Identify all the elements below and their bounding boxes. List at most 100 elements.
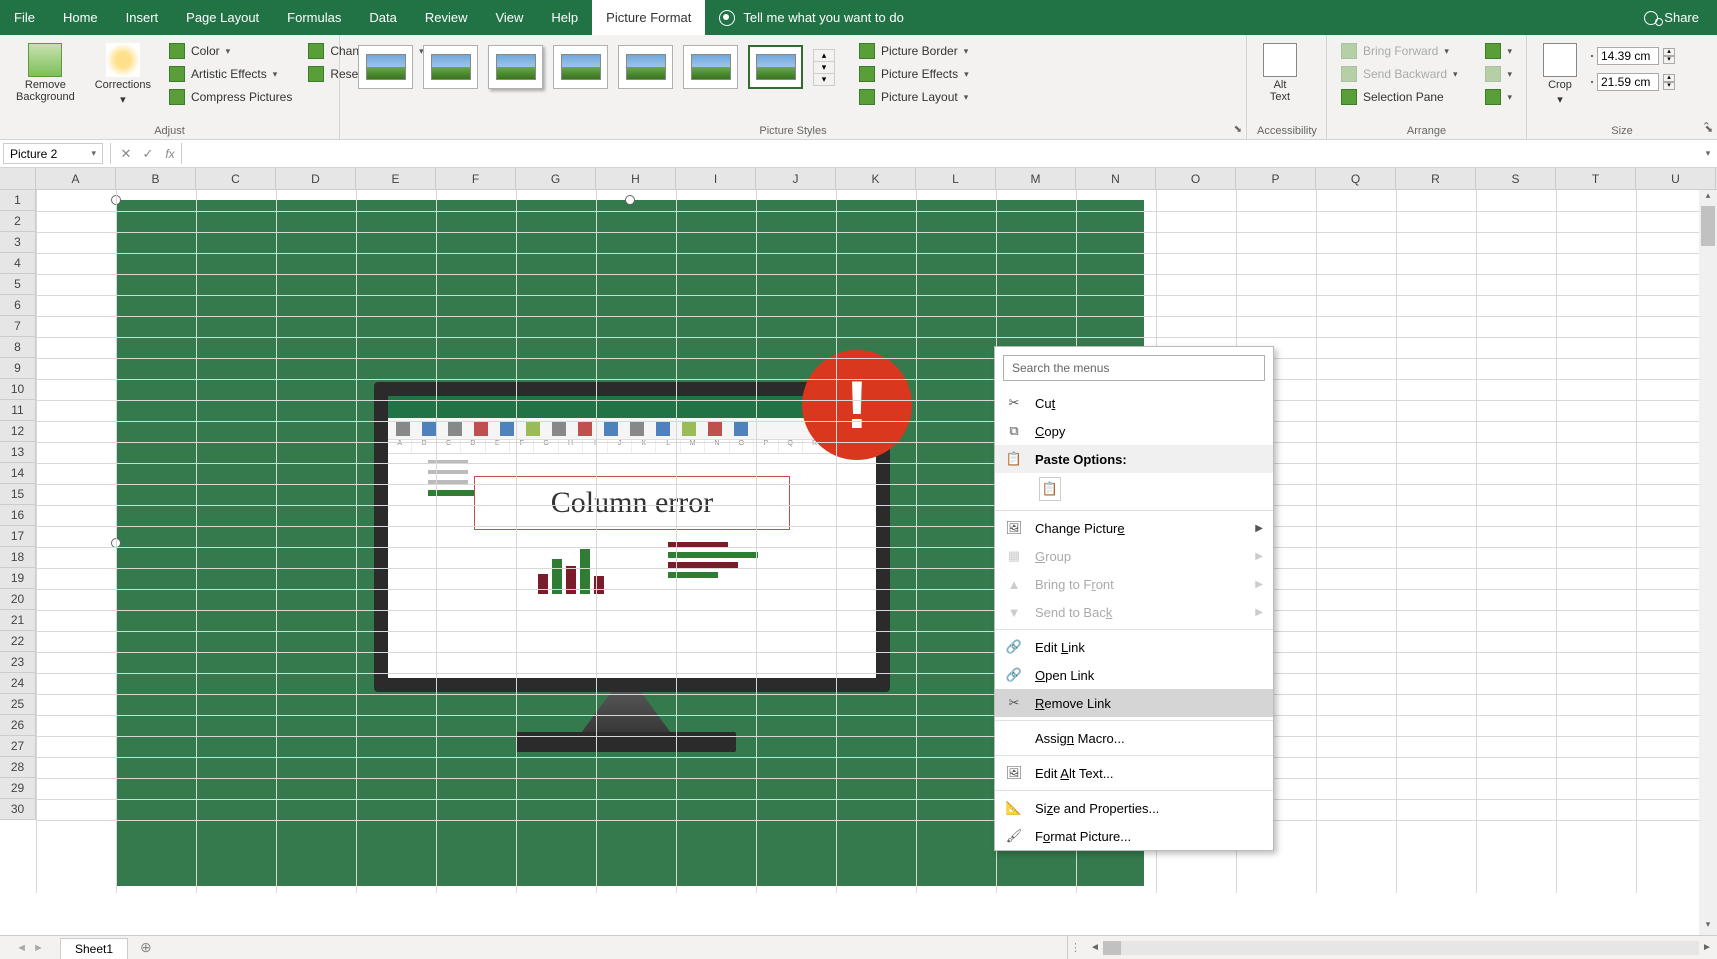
tab-page-layout[interactable]: Page Layout <box>172 0 273 35</box>
expand-formula-bar[interactable]: ▾ <box>1699 140 1717 167</box>
insert-function-button[interactable]: fx <box>159 140 181 167</box>
spreadsheet-grid[interactable]: ABCDEFGHIJKLMNOPQRSTU ABCDEFGHIJKLMNOPQR… <box>0 168 1717 893</box>
style-preset-1[interactable] <box>358 45 413 89</box>
formula-input[interactable] <box>181 143 1693 164</box>
col-header-T[interactable]: T <box>1556 168 1636 189</box>
hscroll-track[interactable] <box>1103 941 1699 955</box>
row-header-19[interactable]: 19 <box>0 568 36 589</box>
rotate-button[interactable]: ▾ <box>1481 87 1516 107</box>
style-preset-7[interactable] <box>748 45 803 89</box>
col-header-B[interactable]: B <box>116 168 196 189</box>
row-header-8[interactable]: 8 <box>0 337 36 358</box>
crop-button[interactable]: Crop ▾ <box>1537 41 1583 108</box>
col-header-K[interactable]: K <box>836 168 916 189</box>
row-header-29[interactable]: 29 <box>0 778 36 799</box>
sheet-nav-next[interactable]: ► <box>33 942 44 954</box>
row-header-16[interactable]: 16 <box>0 505 36 526</box>
col-header-F[interactable]: F <box>436 168 516 189</box>
tell-me-search[interactable]: Tell me what you want to do <box>705 0 917 35</box>
row-header-22[interactable]: 22 <box>0 631 36 652</box>
share-button[interactable]: Share <box>1626 0 1717 35</box>
col-header-J[interactable]: J <box>756 168 836 189</box>
menu-cut[interactable]: ✂Cut <box>995 389 1273 417</box>
hscroll-left[interactable]: ◄ <box>1087 942 1103 953</box>
width-input[interactable] <box>1597 73 1659 91</box>
row-header-1[interactable]: 1 <box>0 190 36 211</box>
height-input[interactable] <box>1597 47 1659 65</box>
row-header-4[interactable]: 4 <box>0 253 36 274</box>
row-header-9[interactable]: 9 <box>0 358 36 379</box>
menu-format-picture[interactable]: 🖌Format Picture... <box>995 822 1273 850</box>
tab-data[interactable]: Data <box>355 0 410 35</box>
gallery-more[interactable]: ▾ <box>814 74 834 85</box>
accept-formula-button[interactable]: ✓ <box>137 140 159 167</box>
menu-size-properties[interactable]: 📐Size and Properties... <box>995 794 1273 822</box>
col-header-I[interactable]: I <box>676 168 756 189</box>
col-header-A[interactable]: A <box>36 168 116 189</box>
vertical-scrollbar[interactable]: ▴ ▾ <box>1699 190 1717 935</box>
row-header-12[interactable]: 12 <box>0 421 36 442</box>
height-spinner[interactable]: ▴▾ <box>1663 48 1675 64</box>
menu-copy[interactable]: ⧉Copy <box>995 417 1273 445</box>
vscroll-thumb[interactable] <box>1701 206 1715 246</box>
row-header-7[interactable]: 7 <box>0 316 36 337</box>
col-header-D[interactable]: D <box>276 168 356 189</box>
col-header-L[interactable]: L <box>916 168 996 189</box>
style-preset-6[interactable] <box>683 45 738 89</box>
sheet-tab-1[interactable]: Sheet1 <box>60 938 128 959</box>
tab-file[interactable]: File <box>0 0 49 35</box>
row-header-27[interactable]: 27 <box>0 736 36 757</box>
row-header-20[interactable]: 20 <box>0 589 36 610</box>
row-header-21[interactable]: 21 <box>0 610 36 631</box>
col-header-N[interactable]: N <box>1076 168 1156 189</box>
selection-pane-button[interactable]: Selection Pane <box>1337 87 1473 107</box>
tab-insert[interactable]: Insert <box>112 0 173 35</box>
row-header-2[interactable]: 2 <box>0 211 36 232</box>
menu-open-link[interactable]: 🔗Open Link <box>995 661 1273 689</box>
color-button[interactable]: Color▾ <box>165 41 296 61</box>
tab-home[interactable]: Home <box>49 0 112 35</box>
row-header-24[interactable]: 24 <box>0 673 36 694</box>
width-spinner[interactable]: ▴▾ <box>1663 74 1675 90</box>
row-header-10[interactable]: 10 <box>0 379 36 400</box>
tab-review[interactable]: Review <box>411 0 482 35</box>
picture-layout-button[interactable]: Picture Layout▾ <box>855 87 973 107</box>
scroll-down-button[interactable]: ▾ <box>1699 919 1717 935</box>
col-header-C[interactable]: C <box>196 168 276 189</box>
col-header-R[interactable]: R <box>1396 168 1476 189</box>
col-header-M[interactable]: M <box>996 168 1076 189</box>
style-preset-4[interactable] <box>553 45 608 89</box>
paste-as-picture-button[interactable]: 📋 <box>1039 477 1061 501</box>
menu-edit-link[interactable]: 🔗Edit Link <box>995 633 1273 661</box>
col-header-O[interactable]: O <box>1156 168 1236 189</box>
group-objects-button[interactable]: ▾ <box>1481 64 1516 84</box>
col-header-G[interactable]: G <box>516 168 596 189</box>
col-header-H[interactable]: H <box>596 168 676 189</box>
gallery-down[interactable]: ▾ <box>814 62 834 74</box>
row-header-30[interactable]: 30 <box>0 799 36 820</box>
row-header-14[interactable]: 14 <box>0 463 36 484</box>
hscroll-right[interactable]: ► <box>1699 942 1715 953</box>
corrections-button[interactable]: Corrections ▾ <box>89 41 157 108</box>
bring-forward-button[interactable]: Bring Forward▾ <box>1337 41 1473 61</box>
col-header-U[interactable]: U <box>1636 168 1716 189</box>
row-header-23[interactable]: 23 <box>0 652 36 673</box>
tab-formulas[interactable]: Formulas <box>273 0 355 35</box>
menu-remove-link[interactable]: ✂Remove Link <box>995 689 1273 717</box>
scroll-up-button[interactable]: ▴ <box>1699 190 1717 206</box>
style-preset-5[interactable] <box>618 45 673 89</box>
row-header-18[interactable]: 18 <box>0 547 36 568</box>
col-header-P[interactable]: P <box>1236 168 1316 189</box>
row-header-6[interactable]: 6 <box>0 295 36 316</box>
select-all-corner[interactable] <box>0 168 36 189</box>
horizontal-scrollbar[interactable]: ⋮ ◄ ► <box>1067 936 1717 959</box>
compress-pictures-button[interactable]: Compress Pictures <box>165 87 296 107</box>
row-header-5[interactable]: 5 <box>0 274 36 295</box>
vscroll-track[interactable] <box>1699 206 1717 919</box>
add-sheet-button[interactable]: ⊕ <box>128 936 164 959</box>
menu-assign-macro[interactable]: Assign Macro... <box>995 724 1273 752</box>
row-header-25[interactable]: 25 <box>0 694 36 715</box>
tab-view[interactable]: View <box>481 0 537 35</box>
col-header-S[interactable]: S <box>1476 168 1556 189</box>
gallery-up[interactable]: ▴ <box>814 50 834 62</box>
